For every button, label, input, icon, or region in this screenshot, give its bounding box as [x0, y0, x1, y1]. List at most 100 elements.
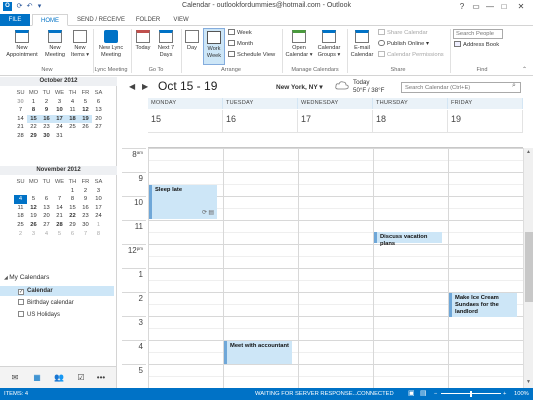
checkbox-birthday[interactable] [18, 299, 24, 305]
mini-calendar-day[interactable]: 19 [27, 212, 40, 221]
mini-calendar-day[interactable]: 4 [66, 98, 79, 107]
mini-calendar-day[interactable]: 11 [66, 106, 79, 115]
today-button[interactable]: Today [132, 30, 154, 52]
week-view-button[interactable]: Week [228, 29, 252, 37]
mini-calendar-day[interactable]: 20 [40, 212, 53, 221]
address-book-button[interactable]: Address Book [454, 41, 499, 49]
mini-calendar-day[interactable]: 29 [66, 221, 79, 230]
mini-calendar-day[interactable]: 22 [27, 123, 40, 132]
my-calendars-header[interactable]: ◢ My Calendars [4, 273, 114, 283]
tasks-icon[interactable]: ☑ [73, 373, 89, 383]
close-button[interactable]: ✕ [514, 1, 528, 13]
mini-calendar-day[interactable]: 9 [79, 195, 92, 204]
mini-calendar-day[interactable]: 2 [14, 230, 27, 239]
mini-calendar-day[interactable]: 17 [92, 204, 105, 213]
mini-calendar-day[interactable]: 8 [92, 230, 105, 239]
ribbon-display-icon[interactable]: ▭ [469, 1, 483, 13]
calendar-permissions-button[interactable]: Calendar Permissions [378, 51, 444, 59]
maximize-button[interactable]: □ [497, 1, 511, 13]
mini-calendar-day[interactable]: 4 [14, 195, 27, 204]
search-calendar-input[interactable] [401, 82, 521, 93]
calendar-item-birthday[interactable]: Birthday calendar [4, 298, 114, 308]
mini-calendar-day[interactable]: 18 [14, 212, 27, 221]
new-appointment-button[interactable]: New Appointment [2, 30, 42, 58]
mini-calendar-day[interactable]: 5 [79, 98, 92, 107]
mini-calendar-day[interactable]: 21 [53, 212, 66, 221]
mini-calendar-day[interactable]: 15 [66, 204, 79, 213]
mini-calendar-day[interactable]: 19 [79, 114, 92, 124]
day-number-19[interactable]: 19 [448, 110, 523, 132]
scroll-down-icon[interactable]: ▼ [526, 379, 531, 385]
reading-view-icon[interactable]: ▤ [420, 388, 427, 400]
mini-calendar-day[interactable]: 18 [66, 114, 79, 124]
mini-calendar-day[interactable]: 30 [14, 98, 27, 107]
mini-calendar-day[interactable]: 21 [14, 123, 27, 132]
mini-calendar-day[interactable]: 14 [53, 204, 66, 213]
mini-calendar-day[interactable]: 24 [53, 123, 66, 132]
mail-icon[interactable]: ✉ [7, 373, 23, 383]
prev-week-icon[interactable]: ◀ [129, 82, 135, 91]
new-lync-meeting-button[interactable]: New Lync Meeting [94, 30, 128, 58]
mini-calendar-day[interactable]: 26 [79, 123, 92, 132]
mini-calendar-day[interactable]: 6 [92, 98, 105, 107]
mini-calendar-day[interactable]: 5 [53, 230, 66, 239]
zoom-out-icon[interactable]: − [434, 388, 437, 400]
calendar-icon[interactable]: ▦ [29, 373, 45, 383]
mini-calendar-day[interactable]: 25 [14, 221, 27, 230]
open-calendar-button[interactable]: Open Calendar ▾ [284, 30, 314, 58]
mini-calendar-day[interactable]: 13 [40, 204, 53, 213]
mini-calendar-day[interactable]: 9 [40, 106, 53, 115]
publish-online-button[interactable]: Publish Online ▾ [378, 40, 429, 48]
calendar-groups-button[interactable]: Calendar Groups ▾ [314, 30, 344, 58]
mini-calendar-day[interactable]: 3 [27, 230, 40, 239]
mini-calendar-day[interactable]: 16 [40, 114, 53, 124]
work-week-view-button[interactable]: Work Week [203, 28, 225, 65]
checkbox-us-holidays[interactable] [18, 311, 24, 317]
share-calendar-button[interactable]: Share Calendar [378, 29, 428, 37]
mini-calendar-day[interactable]: 10 [53, 106, 66, 115]
mini-calendar-day[interactable]: 10 [92, 195, 105, 204]
mini-calendar-day[interactable]: 22 [66, 212, 79, 221]
mini-calendar-day[interactable]: 4 [40, 230, 53, 239]
tab-folder[interactable]: FOLDER [130, 14, 166, 26]
event-discuss-vacation[interactable]: Discuss vacation plans [374, 232, 442, 247]
calendar-item-calendar[interactable]: ✓ Calendar [0, 286, 114, 296]
tab-file[interactable]: FILE [0, 14, 30, 26]
event-meet-accountant[interactable]: Meet with accountant [224, 341, 292, 364]
more-icon[interactable]: ••• [93, 373, 109, 383]
mini-calendar-day[interactable]: 31 [53, 132, 66, 141]
day-number-15[interactable]: 15 [148, 110, 223, 132]
mini-calendar-day[interactable]: 13 [92, 106, 105, 115]
time-grid[interactable] [118, 148, 523, 388]
day-number-17[interactable]: 17 [298, 110, 373, 132]
next-week-icon[interactable]: ▶ [142, 82, 148, 91]
mini-calendar-day[interactable]: 27 [92, 123, 105, 132]
minimize-button[interactable]: — [483, 1, 497, 13]
mini-calendar-day[interactable]: 11 [14, 204, 27, 213]
zoom-slider-thumb[interactable] [470, 391, 472, 397]
checkbox-calendar[interactable]: ✓ [18, 289, 24, 295]
mini-calendar-day[interactable]: 28 [14, 132, 27, 141]
vertical-scrollbar[interactable]: ▲ ▼ [523, 148, 533, 388]
people-icon[interactable]: 👥 [51, 373, 67, 383]
schedule-view-button[interactable]: Schedule View [228, 51, 275, 59]
mini-calendar-day[interactable]: 8 [27, 106, 40, 115]
search-calendar-icon[interactable]: ⌕ [512, 82, 516, 90]
day-view-button[interactable]: Day [182, 30, 202, 52]
help-icon[interactable]: ? [455, 1, 469, 13]
event-ice-cream[interactable]: Make Ice Cream Sundaes for the landlord [449, 293, 517, 317]
mini-calendar-day[interactable]: 1 [92, 221, 105, 230]
day-number-18[interactable]: 18 [373, 110, 448, 132]
mini-calendar-day[interactable]: 2 [40, 98, 53, 107]
email-calendar-button[interactable]: E-mail Calendar [348, 30, 376, 58]
tab-view[interactable]: VIEW [166, 14, 196, 26]
month-view-button[interactable]: Month [228, 40, 253, 48]
collapse-ribbon-icon[interactable]: ⌃ [522, 66, 527, 73]
mini-calendar-day[interactable]: 12 [27, 204, 40, 213]
mini-calendar-day[interactable]: 17 [53, 114, 66, 124]
mini-calendar-day[interactable]: 12 [79, 106, 92, 115]
next-7-days-button[interactable]: Next 7 Days [154, 30, 178, 58]
tab-send-receive[interactable]: SEND / RECEIVE [72, 14, 130, 26]
all-day-area[interactable] [148, 132, 523, 148]
zoom-in-icon[interactable]: + [503, 388, 506, 400]
